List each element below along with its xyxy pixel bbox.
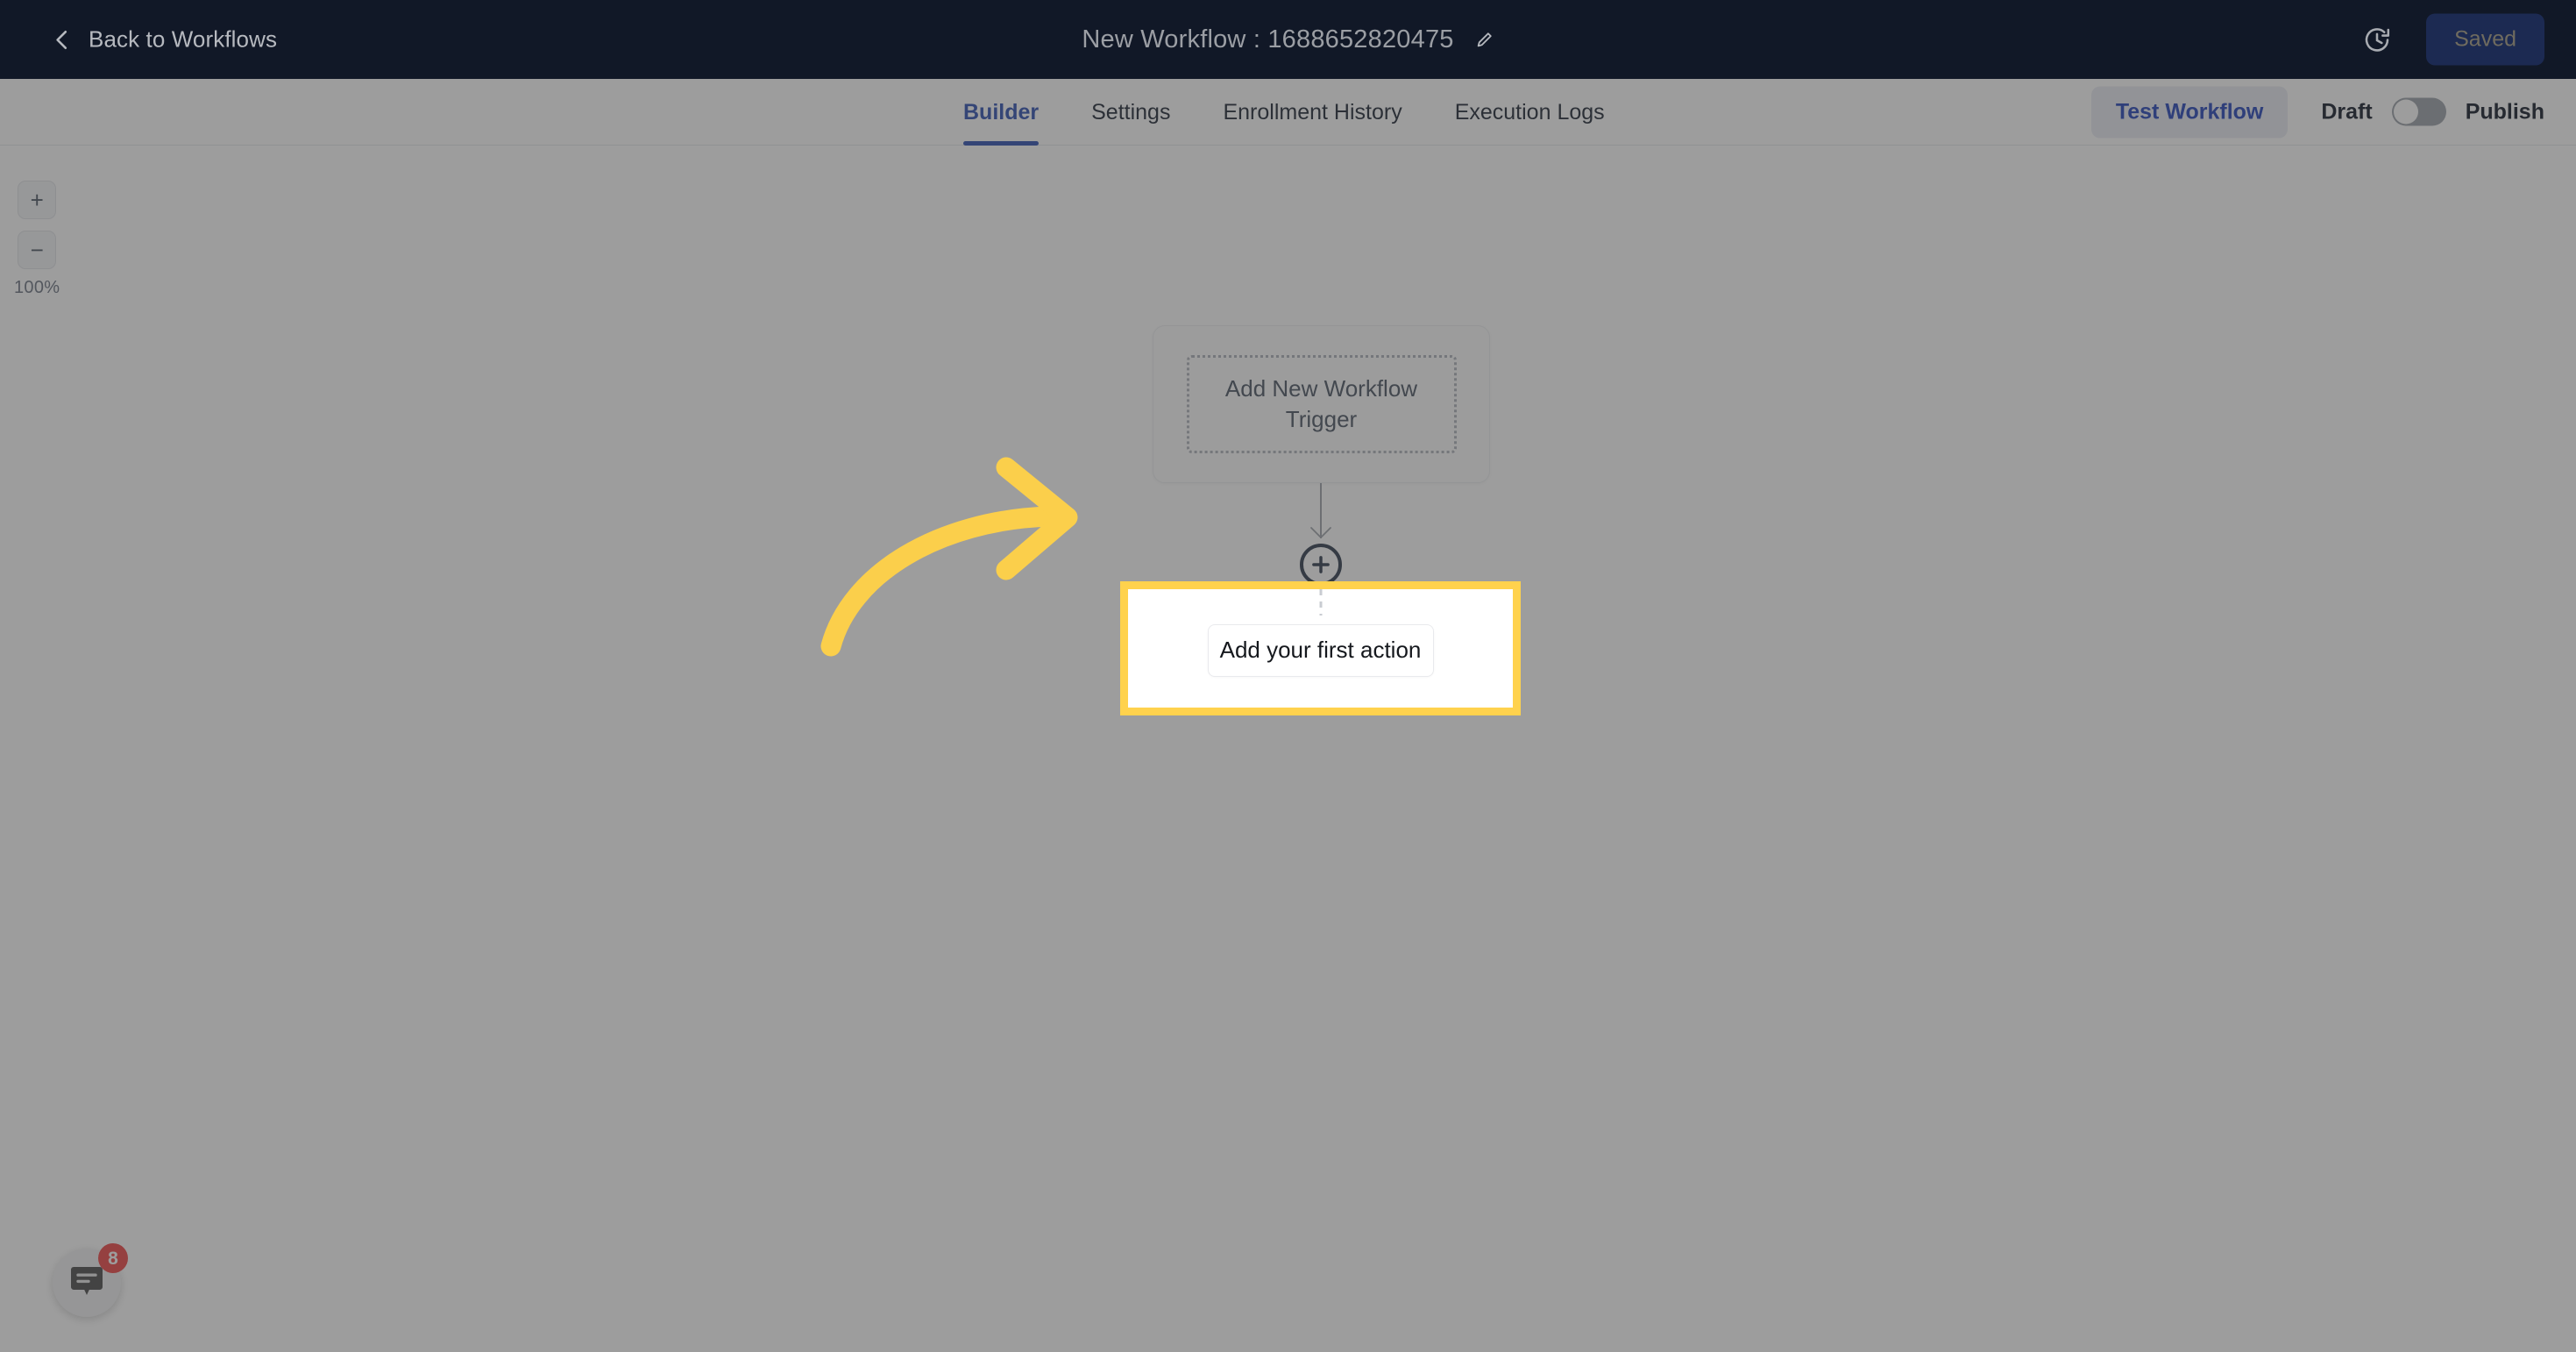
pencil-icon[interactable]: [1475, 30, 1494, 49]
test-workflow-button[interactable]: Test Workflow: [2090, 86, 2289, 138]
saved-button[interactable]: Saved: [2426, 13, 2544, 66]
tab-list: Builder Settings Enrollment History Exec…: [937, 79, 1631, 146]
tab-bar-actions: Test Workflow Draft Publish: [2090, 86, 2544, 138]
page-title: New Workflow : 1688652820475: [1082, 25, 1454, 53]
add-workflow-trigger-node[interactable]: Add New Workflow Trigger: [1153, 325, 1490, 483]
connector-arrow-icon: [1310, 527, 1331, 539]
publish-toggle[interactable]: [2391, 97, 2446, 126]
draft-label: Draft: [2321, 99, 2373, 124]
chat-unread-badge: 8: [98, 1243, 128, 1273]
workflow-title-group: New Workflow : 1688652820475: [0, 0, 2576, 79]
zoom-out-label: −: [30, 237, 44, 263]
support-chat-button[interactable]: 8: [53, 1243, 128, 1317]
action-dashed-connector: [1319, 589, 1322, 616]
add-first-action-node[interactable]: Add your first action: [1120, 581, 1521, 715]
zoom-level-label: 100%: [14, 278, 60, 297]
zoom-in-label: +: [30, 187, 44, 213]
publish-label: Publish: [2465, 99, 2544, 124]
back-to-workflows-label: Back to Workflows: [89, 25, 278, 53]
add-workflow-trigger-label: Add New Workflow Trigger: [1224, 374, 1418, 432]
tab-settings-label: Settings: [1091, 99, 1171, 125]
zoom-controls: + − 100%: [14, 181, 60, 298]
zoom-in-button[interactable]: +: [18, 181, 57, 219]
tab-builder-label: Builder: [963, 99, 1040, 125]
publish-state-group: Draft Publish: [2321, 97, 2544, 126]
workflow-canvas[interactable]: + − 100% Add New Workflow Trigger Add yo…: [0, 146, 2576, 1352]
tab-execution-logs[interactable]: Execution Logs: [1429, 79, 1631, 146]
add-first-action-button[interactable]: Add your first action: [1207, 623, 1434, 677]
zoom-out-button[interactable]: −: [18, 231, 57, 269]
add-workflow-trigger-dropzone[interactable]: Add New Workflow Trigger: [1186, 355, 1457, 453]
workflow-builder-screen: Back to Workflows New Workflow : 1688652…: [0, 0, 2576, 1352]
back-to-workflows-button[interactable]: Back to Workflows: [51, 26, 277, 53]
tab-execution-logs-label: Execution Logs: [1454, 99, 1605, 125]
add-step-button[interactable]: [1300, 544, 1342, 586]
plus-circle-icon: [1312, 556, 1330, 573]
tab-builder[interactable]: Builder: [937, 79, 1065, 146]
revision-history-clock-icon[interactable]: [2363, 25, 2391, 53]
top-bar-actions: Saved: [2363, 13, 2544, 66]
tab-enrollment-history[interactable]: Enrollment History: [1196, 79, 1428, 146]
top-bar: Back to Workflows New Workflow : 1688652…: [0, 0, 2576, 79]
tab-settings[interactable]: Settings: [1065, 79, 1196, 146]
tab-bar: Builder Settings Enrollment History Exec…: [0, 79, 2576, 146]
chevron-left-icon: [56, 30, 67, 49]
publish-toggle-knob: [2393, 99, 2418, 125]
add-first-action-label: Add your first action: [1219, 637, 1422, 663]
tab-enrollment-history-label: Enrollment History: [1223, 99, 1402, 125]
